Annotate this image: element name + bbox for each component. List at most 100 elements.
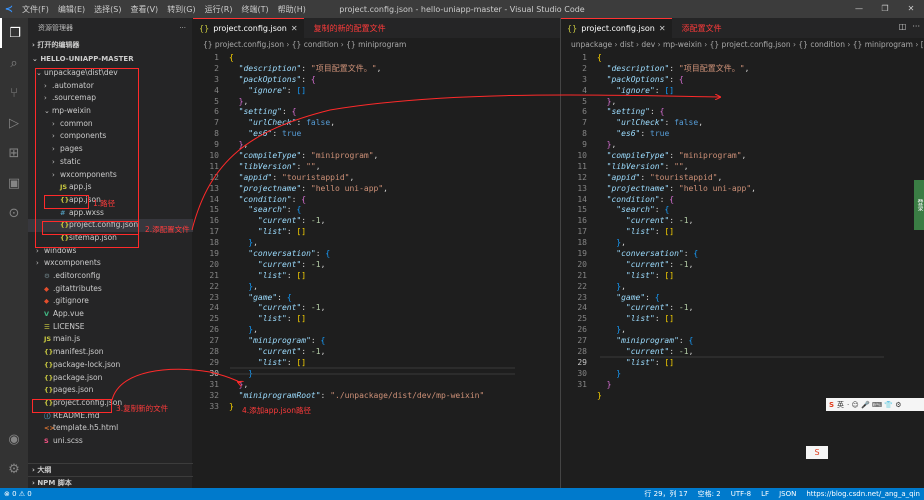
- folder-item[interactable]: ⌄ mp-weixin: [28, 105, 193, 118]
- ime-toolbar[interactable]: S 英 · ☺ 🎤 ⌨ 👕 ⚙: [826, 398, 924, 411]
- code-line[interactable]: 21 "list": []: [193, 271, 484, 282]
- remote-explorer-icon[interactable]: ▣: [0, 168, 28, 198]
- code-line[interactable]: 1{: [193, 53, 484, 64]
- folder-item[interactable]: › wxcomponents: [28, 169, 193, 182]
- menu-item[interactable]: 终端(T): [241, 4, 268, 15]
- code-line[interactable]: 30 }: [193, 369, 484, 380]
- file-item[interactable]: {}package.json: [28, 372, 193, 385]
- code-line[interactable]: 20 "current": -1,: [561, 260, 756, 271]
- file-item[interactable]: ⓘ README.md: [28, 410, 193, 423]
- code-line[interactable]: 1{: [561, 53, 756, 64]
- code-line[interactable]: 6 "setting": {: [193, 107, 484, 118]
- menu-item[interactable]: 查看(V): [130, 4, 158, 15]
- code-line[interactable]: 20 "current": -1,: [193, 260, 484, 271]
- folder-item[interactable]: › .automator: [28, 80, 193, 93]
- file-item[interactable]: {}pages.json: [28, 384, 193, 397]
- code-line[interactable]: 8 "es6": true: [561, 129, 756, 140]
- folder-item[interactable]: › components: [28, 130, 193, 143]
- code-line[interactable]: 2 "description": "项目配置文件。",: [193, 64, 484, 75]
- source-control-icon[interactable]: ⑂: [0, 78, 28, 108]
- code-line[interactable]: 29 "list": []: [561, 358, 756, 369]
- file-item[interactable]: ◆ .gitattributes: [28, 283, 193, 296]
- code-line[interactable]: 8 "es6": true: [193, 129, 484, 140]
- code-line[interactable]: 3 "packOptions": {: [561, 75, 756, 86]
- close-tab-icon[interactable]: ✕: [291, 24, 298, 33]
- menu-item[interactable]: 编辑(E): [58, 4, 85, 15]
- code-line[interactable]: 30 }: [561, 369, 756, 380]
- extensions-icon[interactable]: ⊞: [0, 138, 28, 168]
- file-item[interactable]: JS app.js: [28, 181, 193, 194]
- code-line[interactable]: 25 "list": []: [561, 314, 756, 325]
- file-item[interactable]: {}project.config.json: [28, 397, 193, 410]
- code-line[interactable]: 27 "miniprogram": {: [561, 336, 756, 347]
- code-line[interactable]: 4 "ignore": []: [193, 86, 484, 97]
- menu-item[interactable]: 运行(R): [205, 4, 233, 15]
- code-line[interactable]: 5 },: [193, 97, 484, 108]
- code-line[interactable]: 31 },: [193, 380, 484, 391]
- code-line[interactable]: 16 "current": -1,: [561, 216, 756, 227]
- code-line[interactable]: 10 "compileType": "miniprogram",: [193, 151, 484, 162]
- folder-item[interactable]: › static: [28, 156, 193, 169]
- code-line[interactable]: }: [561, 391, 756, 402]
- code-line[interactable]: 6 "setting": {: [561, 107, 756, 118]
- code-line[interactable]: 27 "miniprogram": {: [193, 336, 484, 347]
- file-item[interactable]: ◆ .gitignore: [28, 295, 193, 308]
- file-item[interactable]: <>template.h5.html: [28, 422, 193, 435]
- encoding-indicator[interactable]: UTF-8: [731, 488, 751, 500]
- project-section[interactable]: ⌄ HELLO-UNIAPP-MASTER: [28, 52, 192, 66]
- code-line[interactable]: 11 "libVersion": "",: [193, 162, 484, 173]
- file-item[interactable]: Suni.scss: [28, 435, 193, 448]
- breadcrumb-left[interactable]: {} project.config.json › {} condition › …: [193, 38, 560, 51]
- tab-project-config-right[interactable]: {} project.config.json ✕: [561, 18, 672, 38]
- code-line[interactable]: 2 "description": "项目配置文件。",: [561, 64, 756, 75]
- code-line[interactable]: 17 "list": []: [561, 227, 756, 238]
- code-line[interactable]: 28 "current": -1,: [193, 347, 484, 358]
- split-editor-icon[interactable]: ◫: [899, 22, 907, 31]
- code-line[interactable]: 16 "current": -1,: [193, 216, 484, 227]
- file-item[interactable]: ☰ LICENSE: [28, 321, 193, 334]
- search-icon[interactable]: ⌕: [0, 48, 28, 78]
- close-window-button[interactable]: ✕: [898, 0, 924, 18]
- problems-indicator[interactable]: ⊗ 0 ⚠ 0: [4, 488, 32, 500]
- side-panel-tab[interactable]: 登录: [914, 180, 924, 230]
- breadcrumb-right[interactable]: unpackage › dist › dev › mp-weixin › {} …: [561, 38, 924, 51]
- code-line[interactable]: 12 "appid": "touristappid",: [561, 173, 756, 184]
- cursor-position[interactable]: 行 29，列 17: [644, 488, 687, 500]
- tab-project-config-left[interactable]: {} project.config.json ✕: [193, 18, 304, 38]
- code-area-left[interactable]: 1{2 "description": "项目配置文件。", 3 "packOpti…: [193, 53, 484, 412]
- explorer-icon[interactable]: ❐: [0, 18, 28, 48]
- code-line[interactable]: 18 },: [561, 238, 756, 249]
- minimize-button[interactable]: —: [846, 0, 872, 18]
- manage-gear-icon[interactable]: ⚙: [0, 454, 28, 484]
- menu-item[interactable]: 帮助(H): [278, 4, 306, 15]
- account-icon[interactable]: ◉: [0, 424, 28, 454]
- code-line[interactable]: 22 },: [561, 282, 756, 293]
- code-line[interactable]: 9 },: [193, 140, 484, 151]
- code-line[interactable]: 7 "urlCheck": false,: [561, 118, 756, 129]
- file-item[interactable]: V App.vue: [28, 308, 193, 321]
- code-line[interactable]: 32 "miniprogramRoot": "./unpackage/dist/…: [193, 391, 484, 402]
- code-line[interactable]: 10 "compileType": "miniprogram",: [561, 151, 756, 162]
- code-line[interactable]: 29 "list": []: [193, 358, 484, 369]
- maximize-button[interactable]: ❐: [872, 0, 898, 18]
- code-line[interactable]: 22 },: [193, 282, 484, 293]
- code-line[interactable]: 11 "libVersion": "",: [561, 162, 756, 173]
- eol-indicator[interactable]: LF: [761, 488, 769, 500]
- language-mode[interactable]: JSON: [779, 488, 796, 500]
- code-line[interactable]: 33}: [193, 402, 484, 413]
- folder-item[interactable]: › wxcomponents: [28, 257, 193, 270]
- code-line[interactable]: 5 },: [561, 97, 756, 108]
- code-line[interactable]: 31 }: [561, 380, 756, 391]
- close-tab-icon[interactable]: ✕: [659, 24, 666, 33]
- code-line[interactable]: 13 "projectname": "hello uni-app",: [561, 184, 756, 195]
- code-line[interactable]: 23 "game": {: [193, 293, 484, 304]
- file-item[interactable]: ⚙ .editorconfig: [28, 270, 193, 283]
- code-line[interactable]: 26 },: [561, 325, 756, 336]
- code-line[interactable]: 19 "conversation": {: [561, 249, 756, 260]
- code-line[interactable]: 9 },: [561, 140, 756, 151]
- code-line[interactable]: 24 "current": -1,: [561, 303, 756, 314]
- code-line[interactable]: 4 "ignore": []: [561, 86, 756, 97]
- code-line[interactable]: 7 "urlCheck": false,: [193, 118, 484, 129]
- folder-item[interactable]: ⌄ unpackage\dist\dev: [28, 67, 193, 80]
- code-line[interactable]: 15 "search": {: [193, 205, 484, 216]
